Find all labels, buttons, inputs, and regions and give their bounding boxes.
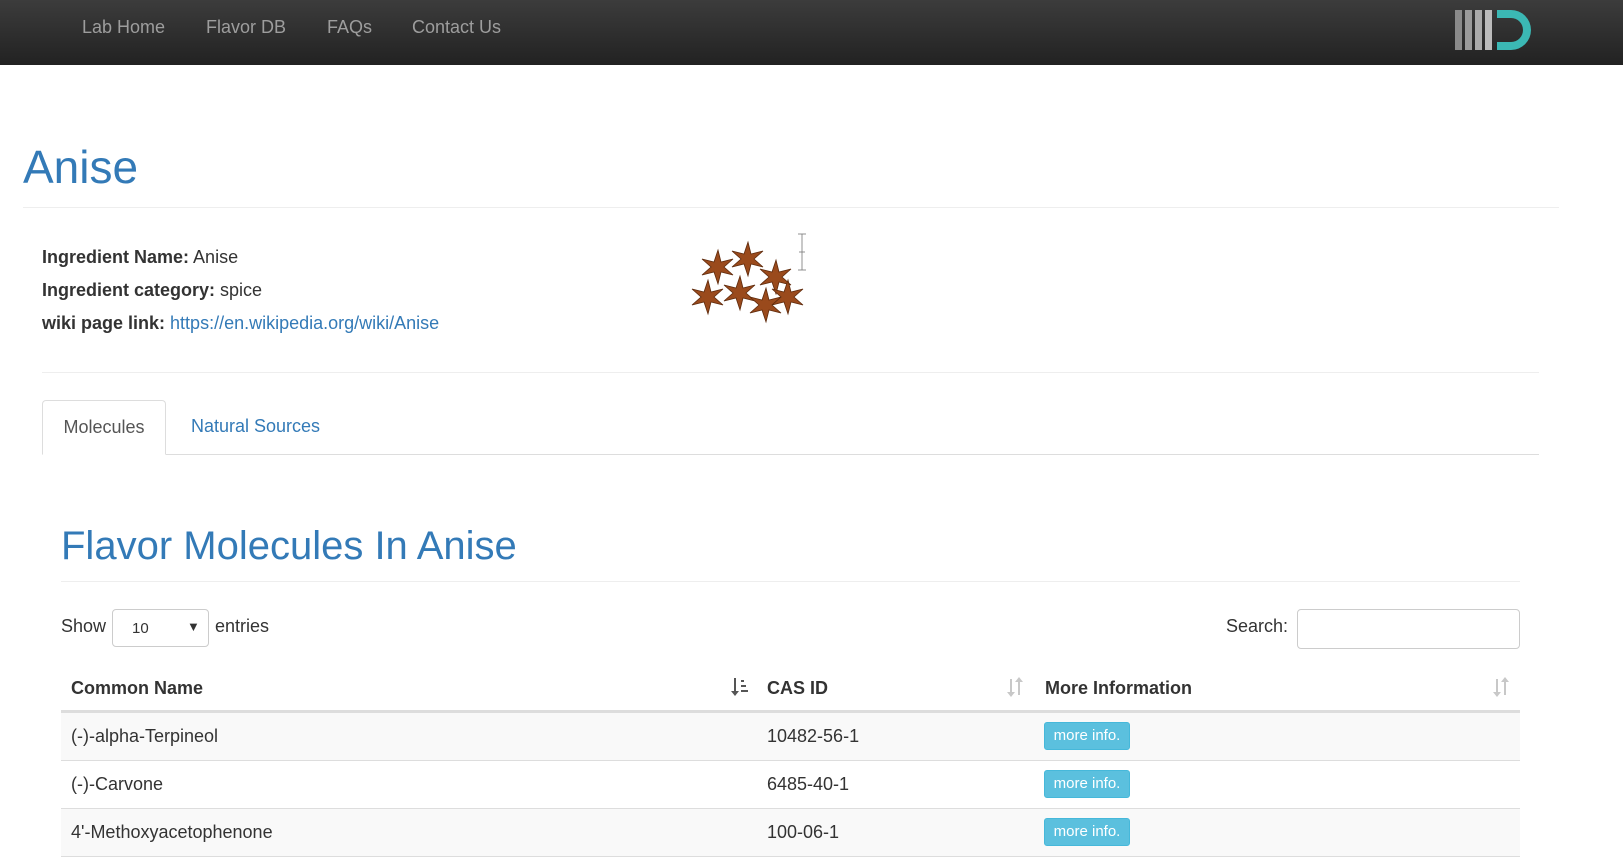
- wiki-link[interactable]: https://en.wikipedia.org/wiki/Anise: [170, 313, 439, 333]
- ingredient-name-row: Ingredient Name: Anise: [42, 246, 238, 268]
- entries-length-value: 10: [132, 620, 149, 637]
- cell-cas-id: 6485-40-1: [767, 774, 850, 794]
- wiki-link-label: wiki page link:: [42, 313, 166, 333]
- section-divider: [61, 581, 1520, 582]
- ingredient-name-value: Anise: [193, 247, 239, 267]
- nav-lab-home[interactable]: Lab Home: [82, 17, 165, 37]
- cell-common-name: 4'-Methoxyacetophenone: [71, 822, 273, 842]
- ingredient-name-label: Ingredient Name:: [42, 247, 190, 267]
- section-title: Flavor Molecules In Anise: [61, 524, 517, 568]
- cell-common-name: (-)-alpha-Terpineol: [71, 726, 219, 746]
- sort-both-icon[interactable]: [1491, 675, 1511, 699]
- cell-cas-id: 100-06-1: [767, 822, 840, 842]
- cell-common-name: (-)-Carvone: [71, 774, 164, 794]
- entries-length-select[interactable]: 10 ▼: [112, 609, 209, 647]
- entries-label: entries: [215, 616, 270, 636]
- ingredient-category-row: Ingredient category: spice: [42, 279, 262, 301]
- nav-flavor-db[interactable]: Flavor DB: [206, 17, 286, 37]
- tab-natural-sources[interactable]: Natural Sources: [191, 400, 320, 454]
- sort-both-icon[interactable]: [1005, 675, 1025, 699]
- sort-ascending-icon[interactable]: [730, 675, 750, 699]
- more-info-button[interactable]: more info.: [1044, 722, 1130, 750]
- chevron-down-icon: ▼: [187, 619, 200, 634]
- more-info-button[interactable]: more info.: [1044, 818, 1130, 846]
- nav-faqs[interactable]: FAQs: [327, 17, 372, 37]
- wiki-link-row: wiki page link: https://en.wikipedia.org…: [42, 312, 439, 334]
- info-divider: [42, 372, 1539, 373]
- title-divider: [23, 207, 1559, 208]
- column-header-common-name[interactable]: Common Name: [71, 677, 203, 699]
- show-label: Show: [61, 616, 107, 636]
- tab-molecules[interactable]: Molecules: [42, 400, 166, 455]
- table-row: (-)-Carvone 6485-40-1 more info.: [61, 761, 1520, 809]
- star-anise-image: [691, 233, 806, 324]
- cell-cas-id: 10482-56-1: [767, 726, 860, 746]
- tabs-underline: [42, 454, 1539, 455]
- search-label: Search:: [1226, 616, 1289, 636]
- ingredient-category-label: Ingredient category:: [42, 280, 216, 300]
- page-title: Anise: [23, 141, 139, 193]
- table-header: Common Name CAS ID More Information: [61, 665, 1520, 713]
- search-input[interactable]: [1297, 609, 1520, 649]
- top-navbar: Lab Home Flavor DB FAQs Contact Us: [0, 0, 1623, 65]
- table-row: (-)-alpha-Terpineol 10482-56-1 more info…: [61, 713, 1520, 761]
- lab-logo-icon[interactable]: [1455, 8, 1541, 52]
- column-header-cas-id[interactable]: CAS ID: [767, 677, 828, 699]
- nav-contact-us[interactable]: Contact Us: [412, 17, 501, 37]
- more-info-button[interactable]: more info.: [1044, 770, 1130, 798]
- ingredient-category-value: spice: [220, 280, 263, 300]
- table-row: 4'-Methoxyacetophenone 100-06-1 more inf…: [61, 809, 1520, 857]
- column-header-more-information[interactable]: More Information: [1045, 677, 1192, 699]
